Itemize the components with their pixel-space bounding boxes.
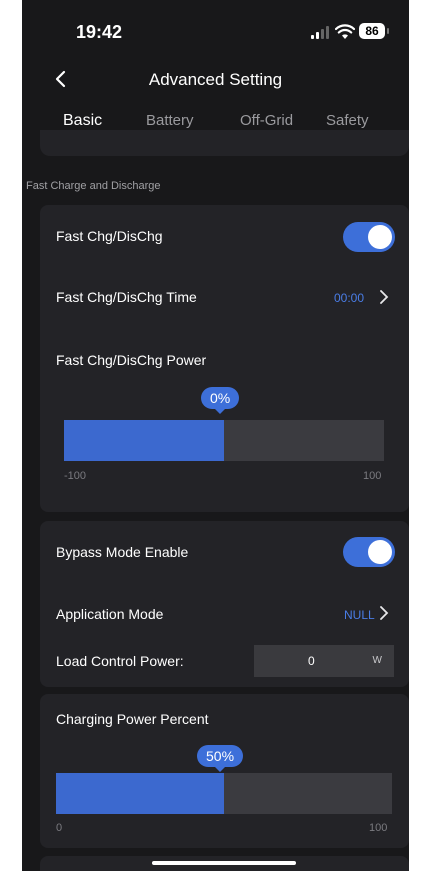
tab-off-grid[interactable]: Off-Grid (240, 112, 293, 129)
slider-fill (64, 420, 224, 461)
previous-card-edge (40, 130, 409, 156)
section-title: Fast Charge and Discharge (26, 180, 161, 192)
fast-chg-power-label: Fast Chg/DisChg Power (56, 352, 207, 368)
chevron-right-icon[interactable] (378, 606, 390, 620)
slider-min-label: -100 (64, 470, 87, 482)
page-title: Advanced Setting (148, 70, 283, 89)
fast-chg-label: Fast Chg/DisChg (56, 228, 163, 244)
slider-max-label: 100 (369, 822, 388, 834)
fast-power-value-bubble: 0% (201, 387, 240, 414)
slider-fill (56, 773, 224, 814)
battery-indicator: 86 (359, 23, 385, 39)
tab-battery[interactable]: Battery (146, 112, 194, 129)
chevron-right-icon[interactable] (378, 290, 390, 304)
fast-chg-toggle[interactable] (343, 222, 395, 252)
bypass-mode-toggle[interactable] (343, 537, 395, 567)
status-bar: 19:42 86 (22, 0, 409, 60)
charging-power-label: Charging Power Percent (56, 711, 209, 727)
load-control-unit: W (372, 655, 382, 666)
toggle-knob (368, 540, 392, 564)
home-indicator (152, 861, 296, 865)
battery-nub (387, 28, 389, 34)
status-time: 19:42 (76, 22, 123, 42)
slider-max-label: 100 (363, 470, 382, 482)
signal-icon (311, 25, 331, 39)
load-control-input[interactable]: 0 W (254, 645, 394, 677)
fast-power-slider[interactable] (64, 420, 384, 461)
charging-value-bubble: 50% (197, 745, 244, 772)
slider-min-label: 0 (56, 822, 63, 834)
charging-power-slider[interactable] (56, 773, 392, 814)
load-control-value: 0 (308, 654, 315, 668)
application-mode-label: Application Mode (56, 606, 164, 622)
fast-chg-time-value[interactable]: 00:00 (334, 291, 364, 305)
bypass-mode-label: Bypass Mode Enable (56, 544, 189, 560)
tab-safety[interactable]: Safety (326, 112, 369, 129)
phone-screen: 19:42 86 Advanced Setting Basic Battery … (22, 0, 409, 871)
wifi-icon (335, 24, 355, 39)
toggle-knob (368, 225, 392, 249)
application-mode-value[interactable]: NULL (344, 608, 375, 622)
fast-chg-time-label: Fast Chg/DisChg Time (56, 289, 197, 305)
load-control-label: Load Control Power: (56, 653, 184, 669)
tab-basic[interactable]: Basic (63, 112, 102, 130)
